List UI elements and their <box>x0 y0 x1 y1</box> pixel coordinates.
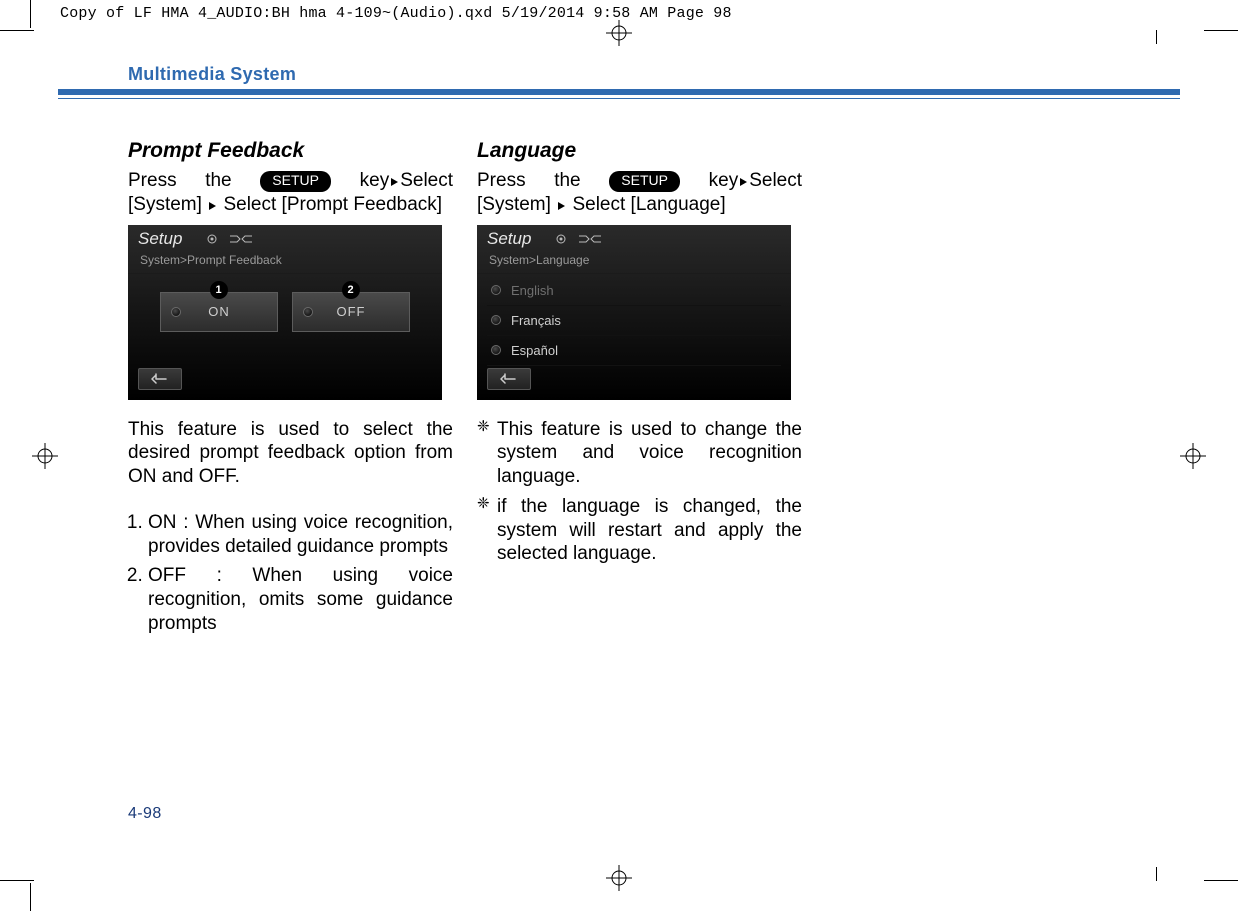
right-triangle-icon <box>390 169 399 193</box>
language-list: English Français Español <box>477 274 791 366</box>
screenshot-breadcrumb: System>Prompt Feedback <box>128 251 442 274</box>
callout-2: 2 <box>342 281 360 299</box>
target-icon <box>206 233 218 245</box>
titlebar-icons <box>555 233 603 245</box>
crop-mark <box>30 0 31 28</box>
text: key <box>709 170 739 191</box>
shuffle-icon <box>228 233 254 245</box>
crop-mark <box>1156 30 1157 44</box>
right-triangle-icon <box>739 169 748 193</box>
note-item: This feature is used to change the syste… <box>477 418 802 489</box>
registration-mark-icon <box>606 865 632 891</box>
text: key <box>360 170 390 191</box>
language-option-espanol[interactable]: Español <box>487 336 781 366</box>
on-off-row: 1 ON 2 OFF <box>128 274 442 332</box>
on-label: ON <box>161 304 277 319</box>
off-button[interactable]: 2 OFF <box>292 292 410 332</box>
crop-mark <box>30 883 31 911</box>
registration-mark-icon <box>32 443 58 469</box>
instruction-language: Press the SETUP keySelect [System] Selec… <box>477 169 802 217</box>
text: Press the <box>477 170 609 191</box>
titlebar-icons <box>206 233 254 245</box>
column-prompt-feedback: Prompt Feedback Press the SETUP keySelec… <box>128 139 453 642</box>
back-button[interactable] <box>138 368 182 390</box>
columns: Prompt Feedback Press the SETUP keySelec… <box>58 95 1180 642</box>
screenshot-prompt-feedback: Setup System>Prompt Feedback 1 ON 2 <box>128 225 442 400</box>
back-button[interactable] <box>487 368 531 390</box>
target-icon <box>555 233 567 245</box>
page-content: Multimedia System Prompt Feedback Press … <box>58 58 1180 853</box>
setup-key-icon: SETUP <box>609 171 680 192</box>
note-item: if the language is changed, the system w… <box>477 495 802 566</box>
printer-slug: Copy of LF HMA 4_AUDIO:BH hma 4-109~(Aud… <box>60 5 732 22</box>
crop-mark <box>1204 880 1238 881</box>
screenshot-titlebar: Setup <box>128 225 442 251</box>
screenshot-title: Setup <box>138 229 182 249</box>
right-triangle-icon <box>557 193 566 217</box>
language-label: English <box>511 283 554 298</box>
page-folio: 4-98 <box>128 805 162 823</box>
running-head: Multimedia System <box>58 58 1180 95</box>
registration-mark-icon <box>606 20 632 46</box>
list-item: OFF : When using voice recognition, omit… <box>148 564 453 635</box>
list-prompt-feedback: ON : When using voice recognition, provi… <box>128 511 453 636</box>
setup-key-icon: SETUP <box>260 171 331 192</box>
crop-mark <box>0 30 34 31</box>
screenshot-language: Setup System>Language English Français <box>477 225 791 400</box>
radio-dot-icon <box>491 315 501 325</box>
on-button[interactable]: 1 ON <box>160 292 278 332</box>
list-item: ON : When using voice recognition, provi… <box>148 511 453 559</box>
crop-mark <box>1204 30 1238 31</box>
language-option-english[interactable]: English <box>487 276 781 306</box>
off-label: OFF <box>293 304 409 319</box>
registration-mark-icon <box>1180 443 1206 469</box>
column-language: Language Press the SETUP keySelect [Syst… <box>477 139 802 642</box>
language-label: Español <box>511 343 558 358</box>
crop-mark <box>0 880 34 881</box>
back-arrow-icon <box>499 373 519 385</box>
paragraph-prompt-feedback: This feature is used to select the desir… <box>128 418 453 489</box>
screenshot-breadcrumb: System>Language <box>477 251 791 274</box>
heading-language: Language <box>477 139 802 163</box>
shuffle-icon <box>577 233 603 245</box>
heading-prompt-feedback: Prompt Feedback <box>128 139 453 163</box>
callout-1: 1 <box>210 281 228 299</box>
right-triangle-icon <box>208 193 217 217</box>
text: Select [Language] <box>567 194 725 215</box>
instruction-prompt-feedback: Press the SETUP keySelect [System] Selec… <box>128 169 453 217</box>
back-arrow-icon <box>150 373 170 385</box>
radio-dot-icon <box>491 285 501 295</box>
notes-language: This feature is used to change the syste… <box>477 418 802 567</box>
radio-dot-icon <box>491 345 501 355</box>
language-option-francais[interactable]: Français <box>487 306 781 336</box>
screenshot-titlebar: Setup <box>477 225 791 251</box>
crop-mark <box>1156 867 1157 881</box>
language-label: Français <box>511 313 561 328</box>
screenshot-title: Setup <box>487 229 531 249</box>
text: Press the <box>128 170 260 191</box>
text: Select [Prompt Feedback] <box>218 194 442 215</box>
